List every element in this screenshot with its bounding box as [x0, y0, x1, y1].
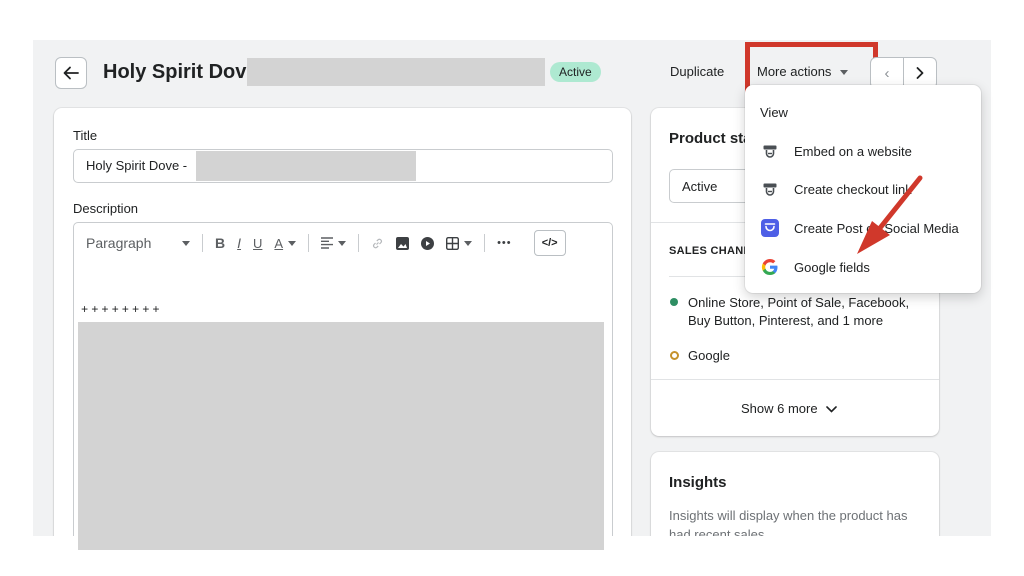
annotation-arrow — [857, 175, 923, 254]
